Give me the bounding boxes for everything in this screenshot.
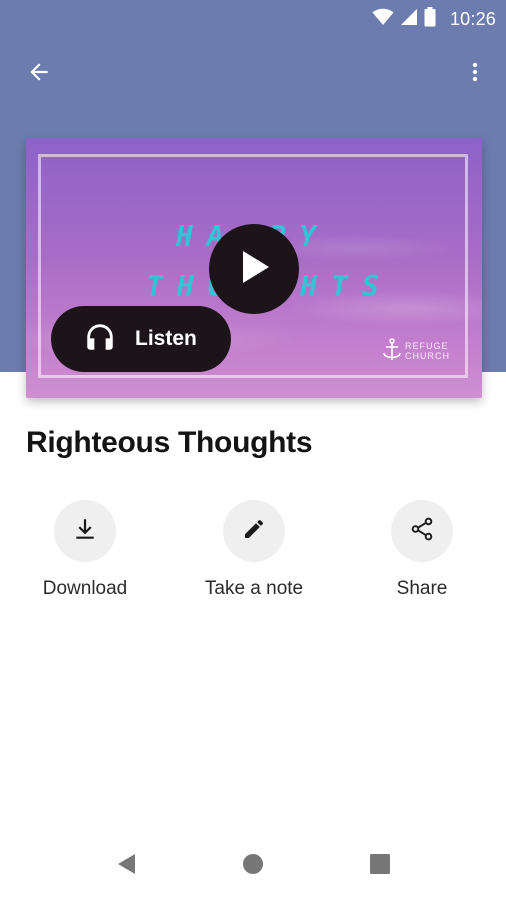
share-icon (409, 516, 435, 547)
church-logo: REFUGE CHURCH (381, 338, 482, 364)
status-bar: 10:26 (0, 0, 506, 38)
more-options-button[interactable] (453, 52, 497, 96)
pencil-icon (242, 517, 266, 546)
take-note-button[interactable]: Take a note (184, 500, 324, 600)
share-button[interactable]: Share (352, 500, 492, 600)
wifi-icon (372, 8, 394, 31)
nav-recents-button[interactable] (360, 850, 400, 882)
share-label: Share (396, 578, 448, 599)
listen-label: Listen (135, 327, 197, 350)
nav-back-button[interactable] (106, 850, 146, 882)
download-button[interactable]: Download (15, 500, 155, 600)
clock: 10:26 (449, 9, 496, 29)
anchor-icon (381, 338, 403, 364)
download-icon-circle (54, 500, 116, 562)
more-vertical-icon (463, 60, 487, 89)
take-note-label: Take a note (204, 578, 304, 599)
church-logo-text: REFUGE CHURCH (405, 341, 450, 361)
nav-home-button[interactable] (233, 850, 273, 882)
back-triangle-icon (115, 852, 137, 881)
headphones-icon (83, 320, 117, 359)
page-title: Righteous Thoughts (26, 426, 313, 459)
home-circle-icon (241, 852, 265, 881)
download-icon (72, 516, 98, 547)
share-icon-circle (391, 500, 453, 562)
recents-square-icon (369, 853, 391, 880)
listen-button[interactable]: Listen (51, 306, 231, 372)
download-label: Download (42, 578, 128, 599)
cell-signal-icon (400, 8, 418, 31)
battery-icon (424, 7, 436, 32)
arrow-back-icon (26, 59, 52, 90)
play-button[interactable] (209, 224, 299, 314)
note-icon-circle (223, 500, 285, 562)
play-icon (237, 249, 271, 290)
back-button[interactable] (17, 52, 61, 96)
system-nav-bar (0, 830, 506, 900)
